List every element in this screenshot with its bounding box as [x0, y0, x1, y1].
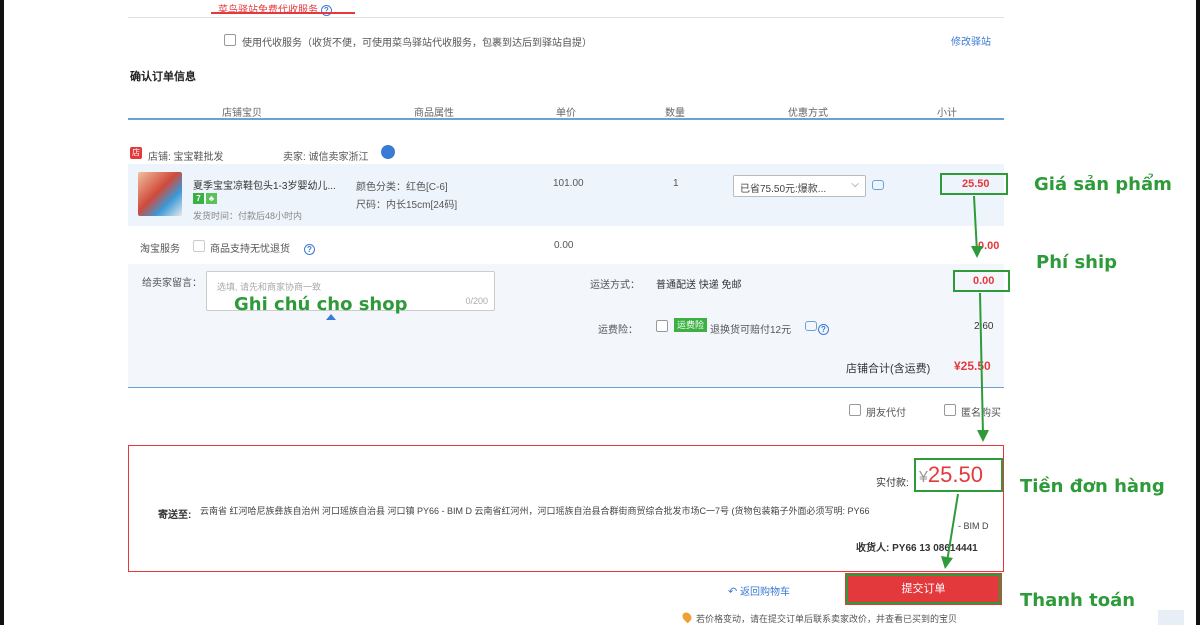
arrow-price-to-shipping — [971, 195, 983, 258]
arrow-shipping-to-total — [977, 292, 989, 442]
annotation-arrows — [941, 195, 989, 569]
arrow-total-to-checkout — [941, 493, 959, 569]
